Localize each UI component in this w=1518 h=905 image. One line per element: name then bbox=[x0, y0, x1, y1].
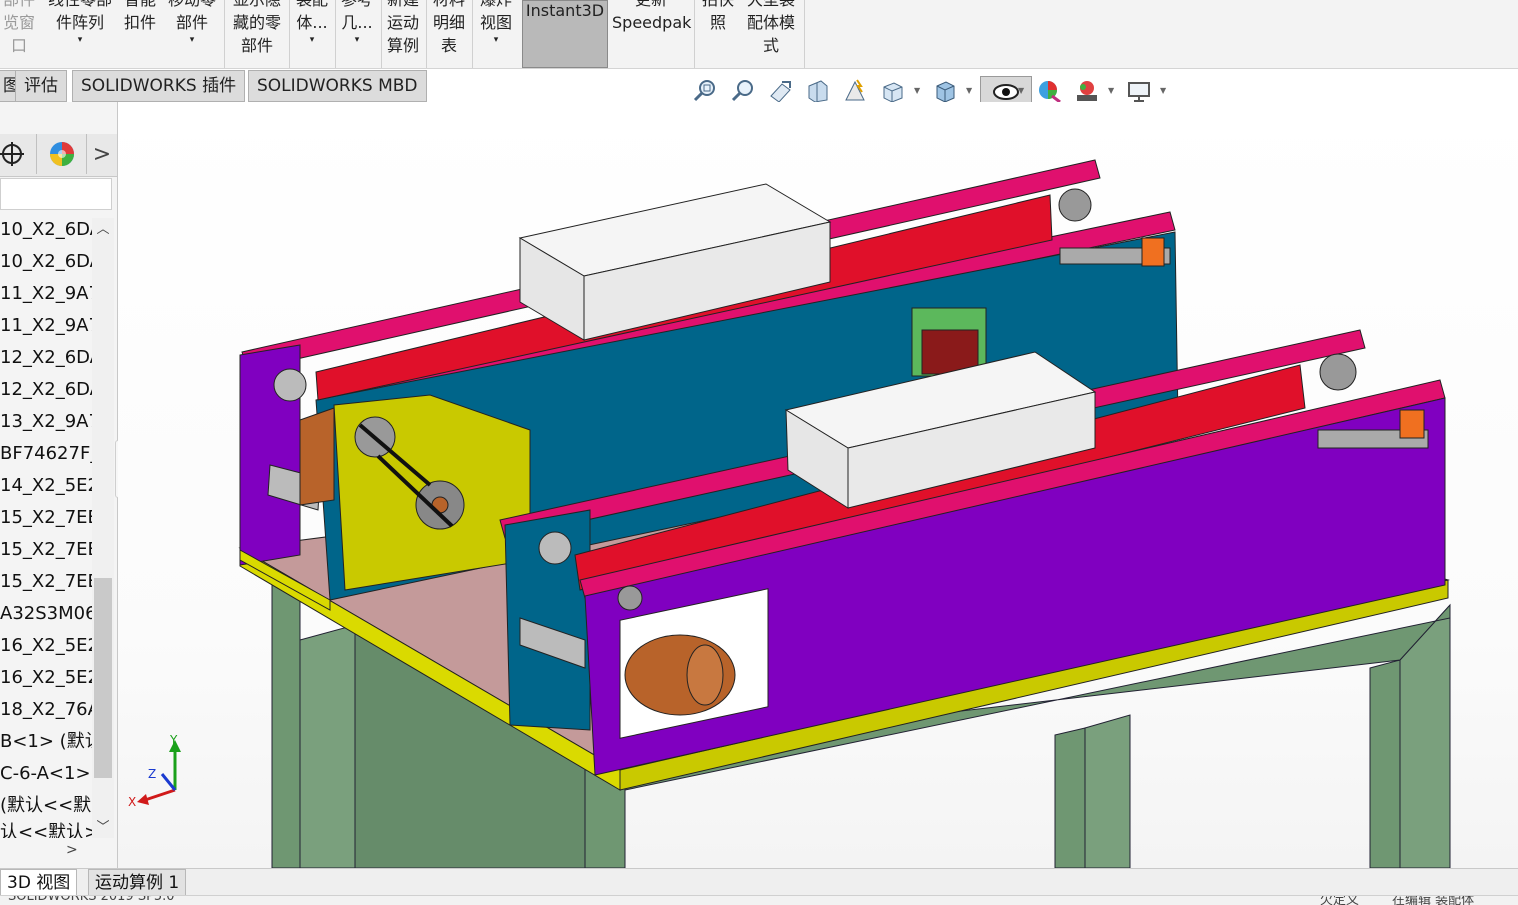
tree-item[interactable]: C-6-A<1> bbox=[0, 758, 92, 790]
dropdown-arrow-icon[interactable]: ▾ bbox=[292, 34, 332, 46]
chevron-down-icon[interactable]: ▼ bbox=[1160, 86, 1166, 95]
ribbon-divider bbox=[381, 0, 382, 68]
tree-item[interactable]: 10_X2_6DA bbox=[0, 246, 92, 278]
tab-3d-view[interactable]: 3D 视图 bbox=[0, 869, 78, 897]
tree-item[interactable]: 13_X2_9A7 bbox=[0, 406, 92, 438]
scroll-up-icon[interactable]: ︿ bbox=[94, 218, 112, 238]
status-version: SOLIDWORKS 2019 SP5.0 bbox=[8, 895, 175, 904]
assembly-model[interactable]: Y X Z bbox=[118, 102, 1518, 868]
tree-item[interactable]: 12_X2_6DA bbox=[0, 342, 92, 374]
chevron-down-icon[interactable]: ▼ bbox=[966, 86, 972, 95]
tree-item[interactable]: 10_X2_6DA bbox=[0, 214, 92, 246]
large-assembly-mode-button[interactable]: 大型装 配体模 式 bbox=[742, 0, 800, 57]
tab-label: 运动算例 1 bbox=[95, 873, 180, 893]
configuration-manager-icon[interactable] bbox=[0, 134, 37, 174]
tree-item[interactable]: 16_X2_5E2 bbox=[0, 662, 92, 694]
tree-item[interactable]: 18_X2_76A bbox=[0, 694, 92, 726]
tree-filter-input[interactable] bbox=[0, 178, 112, 210]
orientation-triad-icon bbox=[137, 740, 181, 805]
instant3d-button[interactable]: Instant3D bbox=[522, 0, 608, 68]
tab-solidworks-mbd[interactable]: SOLIDWORKS MBD bbox=[248, 70, 427, 102]
expand-glyph: > bbox=[92, 141, 112, 167]
horizontal-scroll-arrow-icon[interactable]: > bbox=[66, 842, 78, 858]
triad-y-label: Y bbox=[169, 733, 178, 747]
ribbon-divider bbox=[804, 0, 805, 68]
ribbon-divider bbox=[426, 0, 427, 68]
tab-label: 评估 bbox=[24, 76, 58, 96]
update-speedpak-button[interactable]: 更新 Speedpak bbox=[612, 0, 692, 34]
ribbon-label: 参考 几... bbox=[341, 0, 373, 32]
panel-tab-bar: > bbox=[0, 134, 117, 177]
ribbon-divider bbox=[335, 0, 336, 68]
ribbon-label: 智能 扣件 bbox=[123, 0, 156, 32]
smart-fasteners-button[interactable]: 智能 扣件 bbox=[120, 0, 160, 34]
ribbon-divider bbox=[224, 0, 225, 68]
tree-item[interactable]: 15_X2_7EE bbox=[0, 502, 92, 534]
ribbon-label: 部件 览窗 口 bbox=[2, 0, 35, 55]
scroll-thumb[interactable] bbox=[94, 578, 112, 778]
reference-geometry-button[interactable]: 参考 几... ▾ bbox=[337, 0, 377, 46]
ribbon-divider bbox=[694, 0, 695, 68]
assembly-features-button[interactable]: 装配 体... ▾ bbox=[292, 0, 332, 46]
tree-item[interactable]: A32S3M060 bbox=[0, 598, 92, 630]
tree-item[interactable]: 16_X2_5E2 bbox=[0, 630, 92, 662]
ribbon-label: 材料 明细 表 bbox=[432, 0, 465, 55]
tree-scrollbar[interactable]: ︿ ﹀ bbox=[92, 218, 114, 838]
chevron-down-icon[interactable]: ▼ bbox=[1018, 86, 1024, 95]
new-motion-study-button[interactable]: 新建 运动 算例 bbox=[383, 0, 423, 57]
tab-evaluate[interactable]: 评估 bbox=[15, 70, 67, 102]
ribbon-divider bbox=[289, 0, 290, 68]
tree-item[interactable]: 认<<默认> bbox=[0, 822, 92, 838]
show-hidden-components-button[interactable]: 显示隐 藏的零 部件 bbox=[228, 0, 286, 57]
tree-item[interactable]: 11_X2_9A7 bbox=[0, 310, 92, 342]
dropdown-arrow-icon[interactable]: ▾ bbox=[164, 34, 220, 46]
tab-solidworks-addins[interactable]: SOLIDWORKS 插件 bbox=[72, 70, 246, 102]
ribbon-label: 装配 体... bbox=[296, 0, 328, 32]
ribbon-label: 大型装 配体模 式 bbox=[746, 0, 795, 55]
ribbon-label: 线性零部 件阵列 bbox=[48, 0, 112, 32]
chevron-down-icon[interactable]: ▼ bbox=[1108, 86, 1114, 95]
tab-label: SOLIDWORKS MBD bbox=[257, 76, 418, 96]
tab-label: SOLIDWORKS 插件 bbox=[81, 76, 237, 96]
ribbon-label: 拍快 照 bbox=[702, 0, 734, 32]
tree-item[interactable]: (默认<<默 bbox=[0, 790, 92, 822]
panel-expand-arrow[interactable]: > bbox=[88, 134, 116, 174]
dropdown-arrow-icon[interactable]: ▾ bbox=[337, 34, 377, 46]
tree-item[interactable]: 14_X2_5E2 bbox=[0, 470, 92, 502]
scroll-down-icon[interactable]: ﹀ bbox=[94, 816, 112, 836]
ribbon-label: 新建 运动 算例 bbox=[386, 0, 419, 55]
ribbon-label: 移动零 部件 bbox=[168, 0, 216, 32]
graphics-area[interactable]: Y X Z bbox=[118, 102, 1518, 868]
dropdown-arrow-icon[interactable]: ▾ bbox=[44, 34, 116, 46]
ribbon-label: 爆炸 视图 bbox=[479, 0, 512, 32]
tab-label: 3D 视图 bbox=[7, 873, 71, 893]
tree-item[interactable]: 12_X2_6DA bbox=[0, 374, 92, 406]
take-snapshot-button[interactable]: 拍快 照 bbox=[698, 0, 738, 34]
move-component-button[interactable]: 移动零 部件 ▾ bbox=[164, 0, 220, 46]
tree-item[interactable]: 15_X2_7EE bbox=[0, 566, 92, 598]
dropdown-arrow-icon[interactable]: ▾ bbox=[476, 34, 516, 46]
tab-motion-study-1[interactable]: 运动算例 1 bbox=[88, 869, 187, 897]
component-preview-window-button[interactable]: 部件 览窗 口 bbox=[0, 0, 38, 57]
linear-component-pattern-button[interactable]: 线性零部 件阵列 ▾ bbox=[44, 0, 116, 46]
tree-item[interactable]: BF74627F_1 bbox=[0, 438, 92, 470]
exploded-view-button[interactable]: 爆炸 视图 ▾ bbox=[476, 0, 516, 46]
display-manager-icon[interactable] bbox=[38, 134, 87, 174]
triad-x-label: X bbox=[128, 795, 136, 809]
tree-item[interactable]: 15_X2_7EE bbox=[0, 534, 92, 566]
command-tabs: 图 评估 SOLIDWORKS 插件 SOLIDWORKS MBD bbox=[0, 68, 440, 102]
command-manager-ribbon: 部件 览窗 口 线性零部 件阵列 ▾ 智能 扣件 移动零 部件 ▾ 显示隐 藏的零 … bbox=[0, 0, 1518, 69]
bill-of-materials-button[interactable]: 材料 明细 表 bbox=[429, 0, 469, 57]
tree-item[interactable]: B<1> (默认 bbox=[0, 726, 92, 758]
triad-z-label: Z bbox=[148, 767, 156, 781]
ribbon-label: Instant3D bbox=[525, 1, 605, 20]
ribbon-label: 显示隐 藏的零 部件 bbox=[232, 0, 281, 55]
ribbon-label: 更新 Speedpak bbox=[612, 0, 692, 32]
ribbon-divider bbox=[472, 0, 473, 68]
chevron-down-icon[interactable]: ▼ bbox=[914, 86, 920, 95]
tree-item[interactable]: 11_X2_9A7 bbox=[0, 278, 92, 310]
